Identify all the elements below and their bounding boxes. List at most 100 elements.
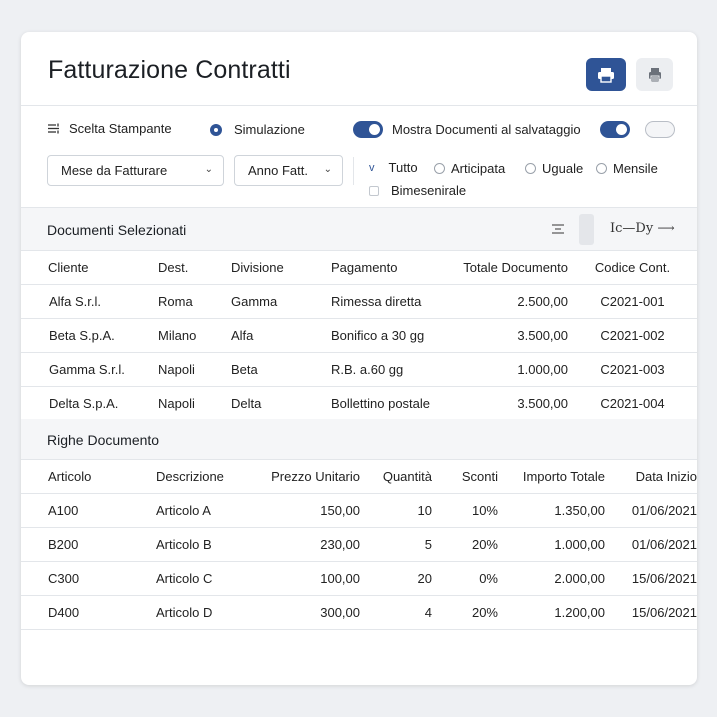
line-row-cell: Articolo C bbox=[156, 561, 256, 596]
lines-header-row: Articolo Descrizione Prezzo Unitario Qua… bbox=[21, 460, 697, 494]
line-row[interactable]: A100 Articolo A 150,00 10 10% 1.350,00 01/06/2… bbox=[21, 493, 697, 528]
freq-equal-option[interactable]: Uguale bbox=[525, 161, 583, 176]
col-prezzo-unitario[interactable]: Prezzo Unitario bbox=[256, 460, 360, 494]
month-select-value: Mese da Fatturare bbox=[61, 163, 168, 178]
line-row-cell: 15/06/2021 bbox=[605, 595, 697, 630]
toolbar-separator bbox=[579, 214, 594, 245]
line-row[interactable]: B200 Articolo B 230,00 5 20% 1.000,00 01/06/20… bbox=[21, 527, 697, 562]
freq-all-label: Tutto bbox=[388, 160, 418, 175]
print-button[interactable] bbox=[586, 58, 626, 91]
line-row-cell: 5 bbox=[360, 527, 432, 562]
sliders-icon bbox=[48, 123, 59, 134]
freq-monthly-label: Mensile bbox=[613, 161, 658, 176]
printer-choice-option[interactable]: Scelta Stampante bbox=[47, 121, 172, 136]
document-row-cell: Beta bbox=[231, 352, 331, 387]
page-title: Fatturazione Contratti bbox=[48, 56, 291, 84]
line-row-cell: 1.000,00 bbox=[498, 527, 605, 562]
col-importo-totale[interactable]: Importo Totale bbox=[498, 460, 605, 494]
col-totale-documento[interactable]: Totale Documento bbox=[457, 251, 568, 285]
line-row-cell: A100 bbox=[21, 493, 156, 528]
col-articolo[interactable]: Articolo bbox=[21, 460, 156, 494]
documents-header-row: Cliente Dest. Divisione Pagamento Totale… bbox=[21, 251, 697, 285]
chevron-down-icon: ⌄ bbox=[204, 164, 213, 175]
documents-section-header: Documenti Selezionati Ic—Dy ⟶ bbox=[21, 207, 697, 251]
show-docs-toggle[interactable] bbox=[353, 121, 383, 138]
document-row-cell: 3.500,00 bbox=[457, 386, 568, 421]
document-row-cell: Napoli bbox=[158, 352, 231, 387]
freq-all-option[interactable]: v Tutto bbox=[367, 160, 418, 175]
freq-monthly-option[interactable]: Mensile bbox=[596, 161, 658, 176]
col-sconti[interactable]: Sconti bbox=[432, 460, 498, 494]
document-row[interactable]: Delta S.p.A. Napoli Delta Bollettino postal… bbox=[21, 386, 697, 421]
document-row-cell: Napoli bbox=[158, 386, 231, 421]
line-row-cell: 01/06/2021 bbox=[605, 493, 697, 528]
line-row[interactable]: C300 Articolo C 100,00 20 0% 2.000,00 15/06/20… bbox=[21, 561, 697, 596]
header-divider bbox=[21, 105, 697, 106]
document-row[interactable]: Gamma S.r.l. Napoli Beta R.B. a.60 gg 1.000,… bbox=[21, 352, 697, 387]
line-row-cell: Articolo A bbox=[156, 493, 256, 528]
document-row[interactable]: Alfa S.r.l. Roma Gamma Rimessa diretta 2.500… bbox=[21, 284, 697, 319]
freq-monthly-radio[interactable] bbox=[596, 163, 607, 174]
freq-equal-radio[interactable] bbox=[525, 163, 536, 174]
show-docs-label: Mostra Documenti al salvataggio bbox=[392, 122, 581, 137]
freq-advance-label: Articipata bbox=[451, 161, 506, 176]
col-cliente[interactable]: Cliente bbox=[21, 251, 158, 285]
toolbar-action[interactable]: Ic—Dy ⟶ bbox=[610, 221, 675, 236]
line-row-cell: 10 bbox=[360, 493, 432, 528]
col-descrizione[interactable]: Descrizione bbox=[156, 460, 256, 494]
printer-settings-button[interactable] bbox=[636, 58, 673, 91]
document-row[interactable]: Beta S.p.A. Milano Alfa Bonifico a 30 gg 3.5… bbox=[21, 318, 697, 353]
document-row-cell: C2021-004 bbox=[568, 386, 697, 421]
print-icon bbox=[598, 67, 614, 83]
lines-table: Articolo Descrizione Prezzo Unitario Qua… bbox=[21, 460, 697, 630]
line-row-cell: 1.200,00 bbox=[498, 595, 605, 630]
col-dest[interactable]: Dest. bbox=[158, 251, 231, 285]
document-row-cell: R.B. a.60 gg bbox=[331, 352, 457, 387]
simulation-option[interactable]: Simulazione bbox=[210, 122, 305, 137]
secondary-toggle-on[interactable] bbox=[600, 121, 630, 138]
line-row-cell: 10% bbox=[432, 493, 498, 528]
freq-bimonthly-label: Bimesenirale bbox=[391, 183, 467, 198]
line-row-cell: 150,00 bbox=[256, 493, 360, 528]
arrow-right-icon: ⟶ bbox=[657, 221, 675, 235]
documents-title: Documenti Selezionati bbox=[47, 222, 187, 238]
document-row-cell: C2021-002 bbox=[568, 318, 697, 353]
document-row-cell: Milano bbox=[158, 318, 231, 353]
documents-table: Cliente Dest. Divisione Pagamento Totale… bbox=[21, 251, 697, 421]
printer-alt-icon bbox=[648, 67, 661, 82]
freq-bimonthly-option[interactable]: Bimesenirale bbox=[369, 183, 466, 198]
line-row[interactable]: D400 Articolo D 300,00 4 20% 1.200,00 15/06/20… bbox=[21, 595, 697, 630]
lines-title: Righe Documento bbox=[47, 432, 160, 448]
simulation-radio-icon[interactable] bbox=[210, 123, 222, 136]
col-divisione[interactable]: Divisione bbox=[231, 251, 331, 285]
col-pagamento[interactable]: Pagamento bbox=[331, 251, 457, 285]
document-row-cell: 2.500,00 bbox=[457, 284, 568, 319]
line-row-cell: B200 bbox=[21, 527, 156, 562]
document-row-cell: Alfa bbox=[231, 318, 331, 353]
document-row-cell: Bollettino postale bbox=[331, 386, 457, 421]
col-codice-cont[interactable]: Codice Cont. bbox=[568, 251, 697, 285]
col-quantita[interactable]: Quantità bbox=[360, 460, 432, 494]
secondary-toggle-off[interactable] bbox=[645, 121, 675, 138]
col-data-inizio[interactable]: Data Inizio bbox=[605, 460, 697, 494]
line-row-cell: 0% bbox=[432, 561, 498, 596]
freq-advance-option[interactable]: Articipata bbox=[434, 161, 505, 176]
line-row-cell: 20% bbox=[432, 595, 498, 630]
document-row-cell: 3.500,00 bbox=[457, 318, 568, 353]
document-row-cell: Rimessa diretta bbox=[331, 284, 457, 319]
line-row-cell: 20% bbox=[432, 527, 498, 562]
year-select[interactable]: Anno Fatt. ⌄ bbox=[234, 155, 343, 186]
month-select[interactable]: Mese da Fatturare ⌄ bbox=[47, 155, 224, 186]
document-row-cell: 1.000,00 bbox=[457, 352, 568, 387]
line-row-cell: C300 bbox=[21, 561, 156, 596]
filter-lines-icon[interactable] bbox=[551, 223, 565, 235]
document-row-cell: Gamma S.r.l. bbox=[21, 352, 158, 387]
document-row-cell: C2021-001 bbox=[568, 284, 697, 319]
document-row-cell: Alfa S.r.l. bbox=[21, 284, 158, 319]
freq-advance-radio[interactable] bbox=[434, 163, 445, 174]
main-card: Fatturazione Contratti Scelta Stampante bbox=[21, 32, 697, 685]
freq-bimonthly-checkbox[interactable] bbox=[369, 185, 379, 196]
document-row-cell: C2021-003 bbox=[568, 352, 697, 387]
line-row-cell: Articolo B bbox=[156, 527, 256, 562]
line-row-cell: 230,00 bbox=[256, 527, 360, 562]
